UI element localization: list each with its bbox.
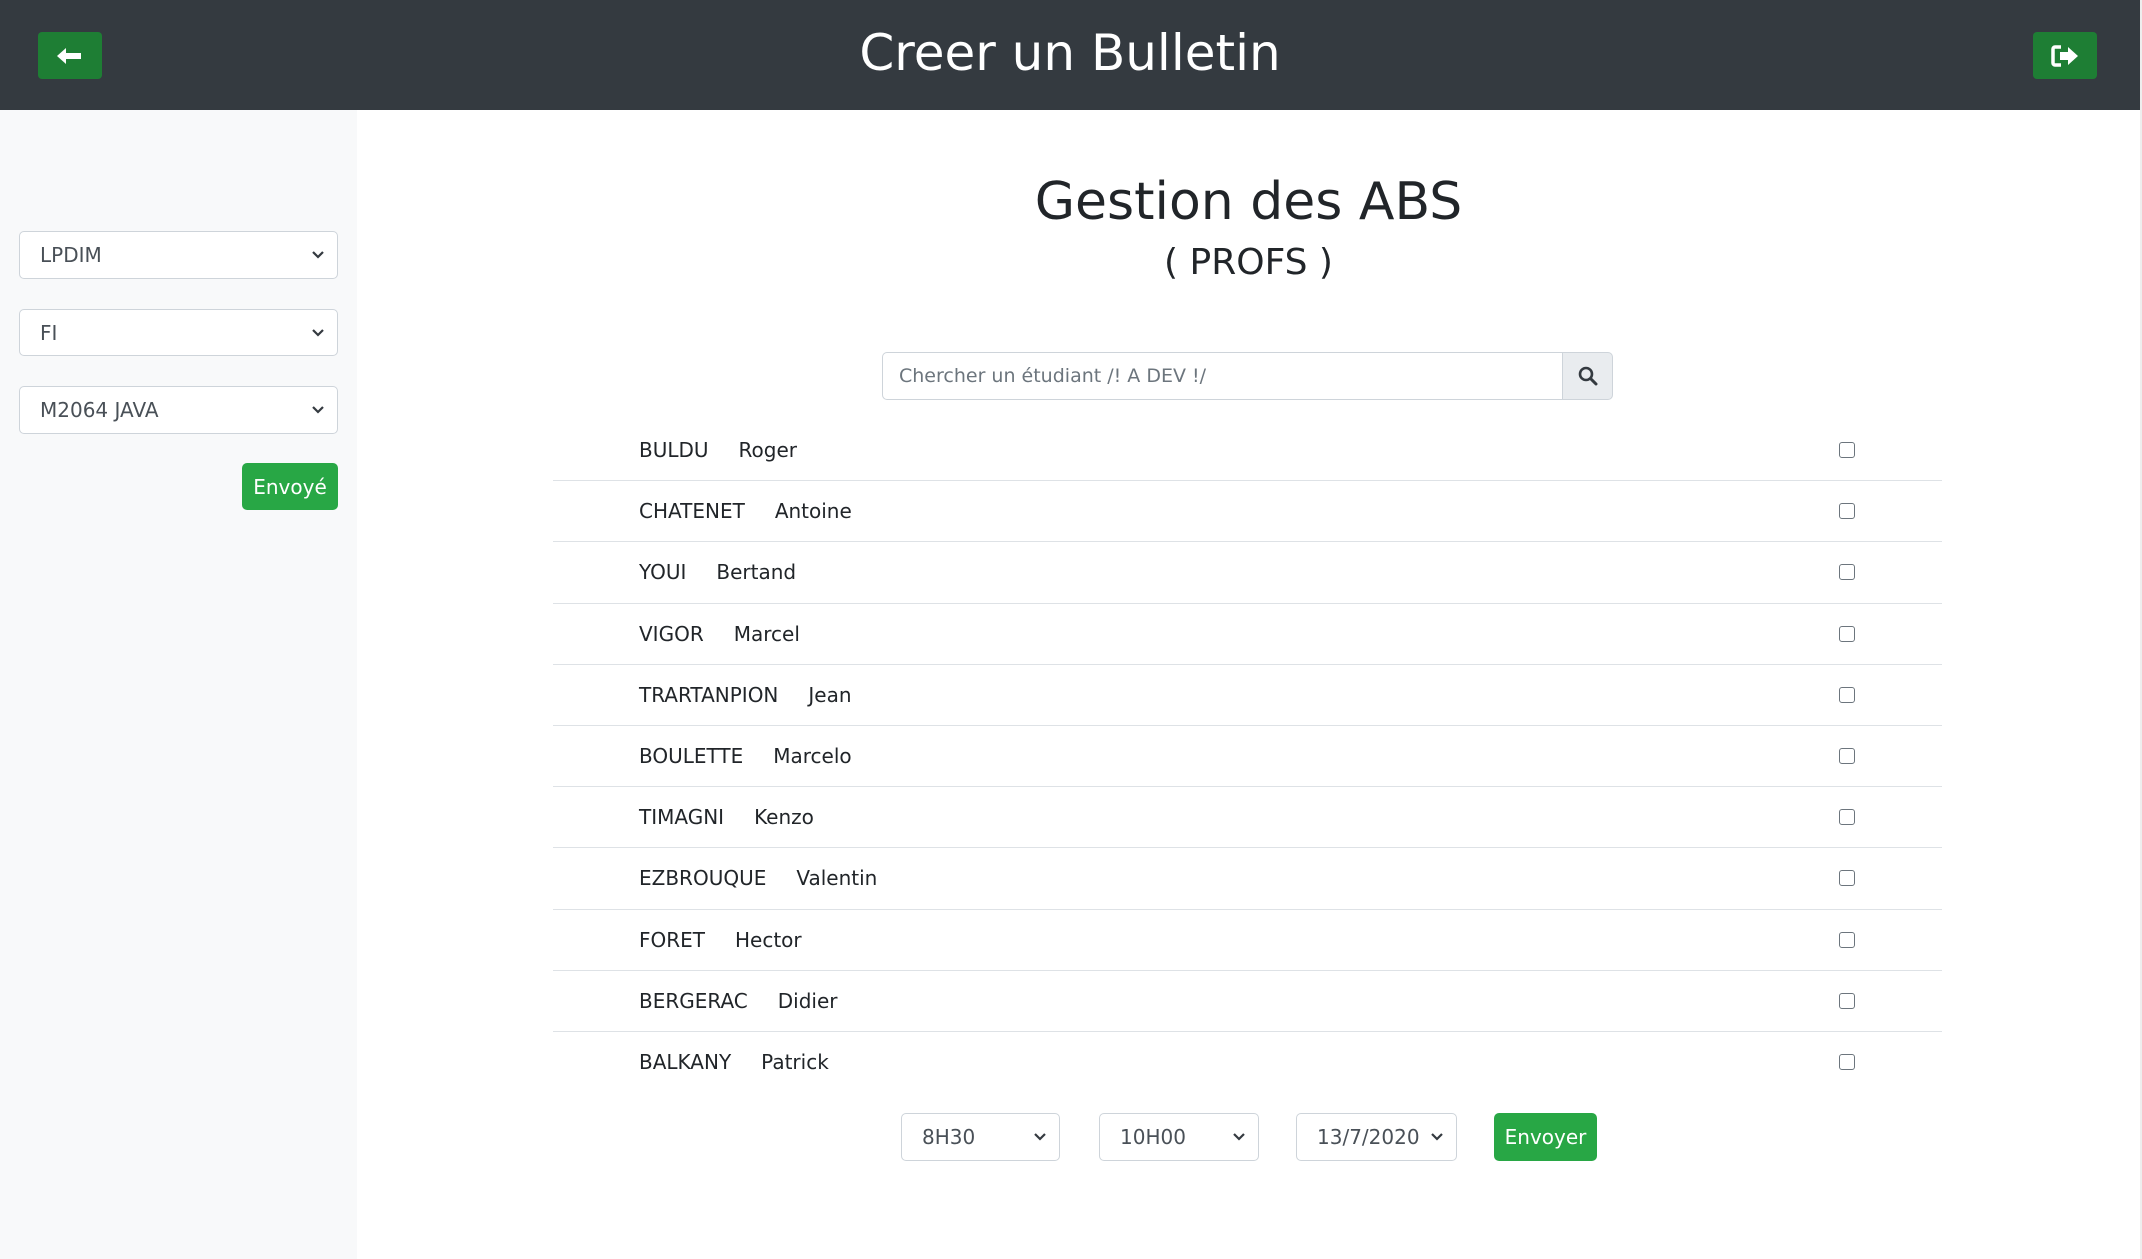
student-row: TRARTANPION Jean xyxy=(553,665,1942,726)
student-first-name: Kenzo xyxy=(754,805,814,830)
student-first-name: Roger xyxy=(738,438,798,463)
sidebar: LPDIM FI M2064 JAVA Envoyé xyxy=(0,110,357,1259)
student-first-name: Didier xyxy=(777,988,838,1013)
search-bar xyxy=(882,352,1613,400)
chevron-down-icon xyxy=(312,251,324,259)
student-first-name: Marcelo xyxy=(773,744,852,769)
student-last-name: BOULETTE xyxy=(639,744,744,769)
absence-checkbox[interactable] xyxy=(1839,625,1855,642)
formation-select[interactable]: LPDIM xyxy=(19,231,338,279)
student-row: TIMAGNI Kenzo xyxy=(553,787,1942,849)
end-time-value: 10H00 xyxy=(1120,1125,1186,1149)
student-first-name: Hector xyxy=(735,927,802,952)
student-last-name: YOUI xyxy=(639,560,687,585)
module-select[interactable]: M2064 JAVA xyxy=(19,386,338,434)
chevron-down-icon xyxy=(312,406,324,414)
student-last-name: FORET xyxy=(639,927,705,952)
top-header: Creer un Bulletin xyxy=(0,0,2140,110)
send-absences-button[interactable]: Envoyer xyxy=(1494,1113,1597,1161)
student-last-name: BERGERAC xyxy=(639,988,748,1013)
student-last-name: TIMAGNI xyxy=(639,805,725,830)
student-first-name: Valentin xyxy=(796,866,878,891)
absence-checkbox[interactable] xyxy=(1839,1054,1855,1071)
student-last-name: EZBROUQUE xyxy=(639,866,767,891)
student-first-name: Antoine xyxy=(774,499,852,524)
student-row: BOULETTE Marcelo xyxy=(553,726,1942,788)
absence-checkbox[interactable] xyxy=(1839,809,1855,826)
student-last-name: BALKANY xyxy=(639,1050,732,1075)
student-row: FORET Hector xyxy=(553,910,1942,971)
type-select[interactable]: FI xyxy=(19,309,338,356)
student-last-name: VIGOR xyxy=(639,621,704,646)
student-first-name: Patrick xyxy=(761,1050,829,1075)
student-last-name: BULDU xyxy=(639,438,709,463)
date-select[interactable]: 13/7/2020 xyxy=(1296,1113,1457,1161)
student-list: BULDU Roger CHATENET Antoine YOUI Bertand VIGO… xyxy=(553,420,1942,1093)
student-row: YOUI Bertand xyxy=(553,542,1942,604)
absence-checkbox[interactable] xyxy=(1839,748,1855,765)
sign-out-icon xyxy=(2051,44,2078,67)
student-first-name: Marcel xyxy=(733,621,800,646)
formation-select-value: LPDIM xyxy=(40,243,102,267)
sidebar-submit-button[interactable]: Envoyé xyxy=(242,463,338,510)
student-row: BALKANY Patrick xyxy=(553,1032,1942,1093)
page-subtitle: ( PROFS ) xyxy=(1164,242,1333,283)
student-row: EZBROUQUE Valentin xyxy=(553,848,1942,910)
chevron-down-icon xyxy=(1431,1133,1443,1141)
student-row: BULDU Roger xyxy=(553,420,1942,482)
absence-checkbox[interactable] xyxy=(1839,686,1855,703)
chevron-down-icon xyxy=(1233,1133,1245,1141)
start-time-value: 8H30 xyxy=(922,1125,976,1149)
student-row: CHATENET Antoine xyxy=(553,481,1942,543)
page-title: Gestion des ABS xyxy=(1034,172,1463,232)
header-title: Creer un Bulletin xyxy=(859,24,1281,82)
chevron-down-icon xyxy=(312,328,324,337)
absence-checkbox[interactable] xyxy=(1839,931,1855,948)
search-input[interactable] xyxy=(882,352,1562,400)
student-row: VIGOR Marcel xyxy=(553,604,1942,665)
student-last-name: TRARTANPION xyxy=(639,682,779,707)
student-first-name: Bertand xyxy=(716,560,797,585)
search-icon xyxy=(1578,366,1597,386)
absence-checkbox[interactable] xyxy=(1839,503,1855,520)
end-time-select[interactable]: 10H00 xyxy=(1099,1113,1259,1161)
absence-checkbox[interactable] xyxy=(1839,992,1855,1009)
student-row: BERGERAC Didier xyxy=(553,971,1942,1032)
absence-checkbox[interactable] xyxy=(1839,870,1855,887)
type-select-value: FI xyxy=(40,320,58,345)
student-first-name: Jean xyxy=(808,682,852,707)
date-value: 13/7/2020 xyxy=(1317,1125,1420,1149)
absence-checkbox[interactable] xyxy=(1839,564,1855,581)
student-last-name: CHATENET xyxy=(639,499,745,524)
start-time-select[interactable]: 8H30 xyxy=(901,1113,1060,1161)
logout-button[interactable] xyxy=(2033,32,2097,79)
module-select-value: M2064 JAVA xyxy=(40,398,159,422)
chevron-down-icon xyxy=(1034,1133,1046,1141)
absence-checkbox[interactable] xyxy=(1839,442,1855,459)
search-button[interactable] xyxy=(1562,352,1613,400)
